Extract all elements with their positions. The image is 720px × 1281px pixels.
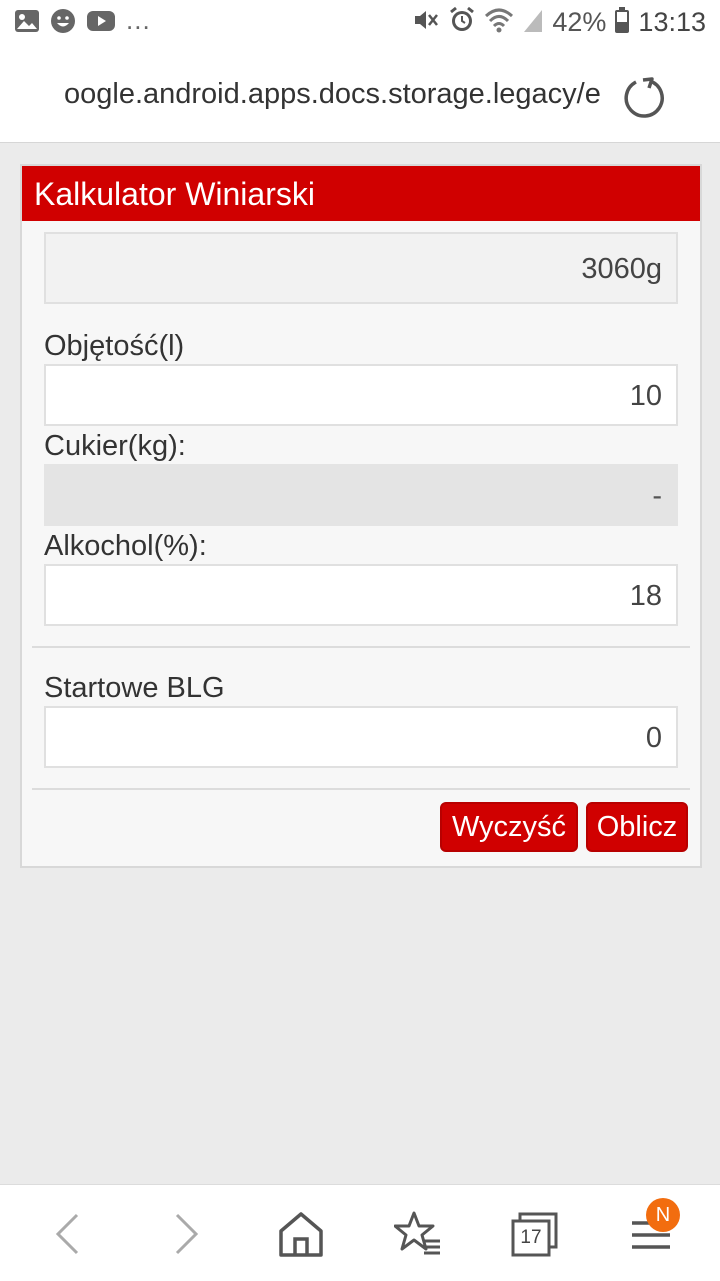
alarm-icon [448, 6, 476, 39]
calculator-panel: Kalkulator Winiarski 3060g Objętość(l) 1… [20, 164, 702, 868]
blg-input[interactable]: 0 [44, 706, 678, 768]
tabs-count: 17 [520, 1227, 542, 1248]
tabs-button[interactable]: 17 [510, 1209, 560, 1259]
menu-badge: N [646, 1198, 680, 1232]
divider [32, 646, 690, 648]
mute-icon [412, 6, 440, 39]
battery-icon [614, 6, 630, 39]
more-notifications: ... [126, 5, 151, 35]
youtube-icon [86, 8, 116, 39]
calculator-title: Kalkulator Winiarski [22, 166, 700, 221]
url-field[interactable]: oogle.android.apps.docs.storage.legacy/e [64, 78, 608, 118]
forward-icon[interactable] [160, 1209, 210, 1259]
status-bar: ... 42% 13:13 [0, 0, 720, 48]
signal-icon [522, 6, 544, 39]
home-icon[interactable] [276, 1209, 326, 1259]
image-icon [14, 8, 40, 39]
volume-input[interactable]: 10 [44, 364, 678, 426]
clear-button[interactable]: Wyczyść [440, 802, 578, 852]
volume-label: Objętość(l) [44, 330, 185, 362]
calculate-button[interactable]: Oblicz [586, 802, 688, 852]
url-bar: oogle.android.apps.docs.storage.legacy/e [0, 48, 720, 143]
bookmarks-icon[interactable] [394, 1209, 444, 1259]
back-icon[interactable] [44, 1209, 94, 1259]
divider [32, 788, 690, 790]
reload-icon[interactable] [622, 76, 666, 120]
alcohol-label: Alkochol(%): [44, 530, 207, 562]
sugar-input: - [44, 464, 678, 526]
battery-percent: 42% [552, 7, 607, 37]
face-icon [50, 8, 76, 39]
result-field: 3060g [44, 232, 678, 304]
wifi-icon [484, 6, 514, 39]
clock: 13:13 [638, 7, 706, 37]
blg-label: Startowe BLG [44, 672, 225, 704]
bottom-navigation: 17 [0, 1184, 720, 1281]
sugar-label: Cukier(kg): [44, 430, 186, 462]
alcohol-input[interactable]: 18 [44, 564, 678, 626]
